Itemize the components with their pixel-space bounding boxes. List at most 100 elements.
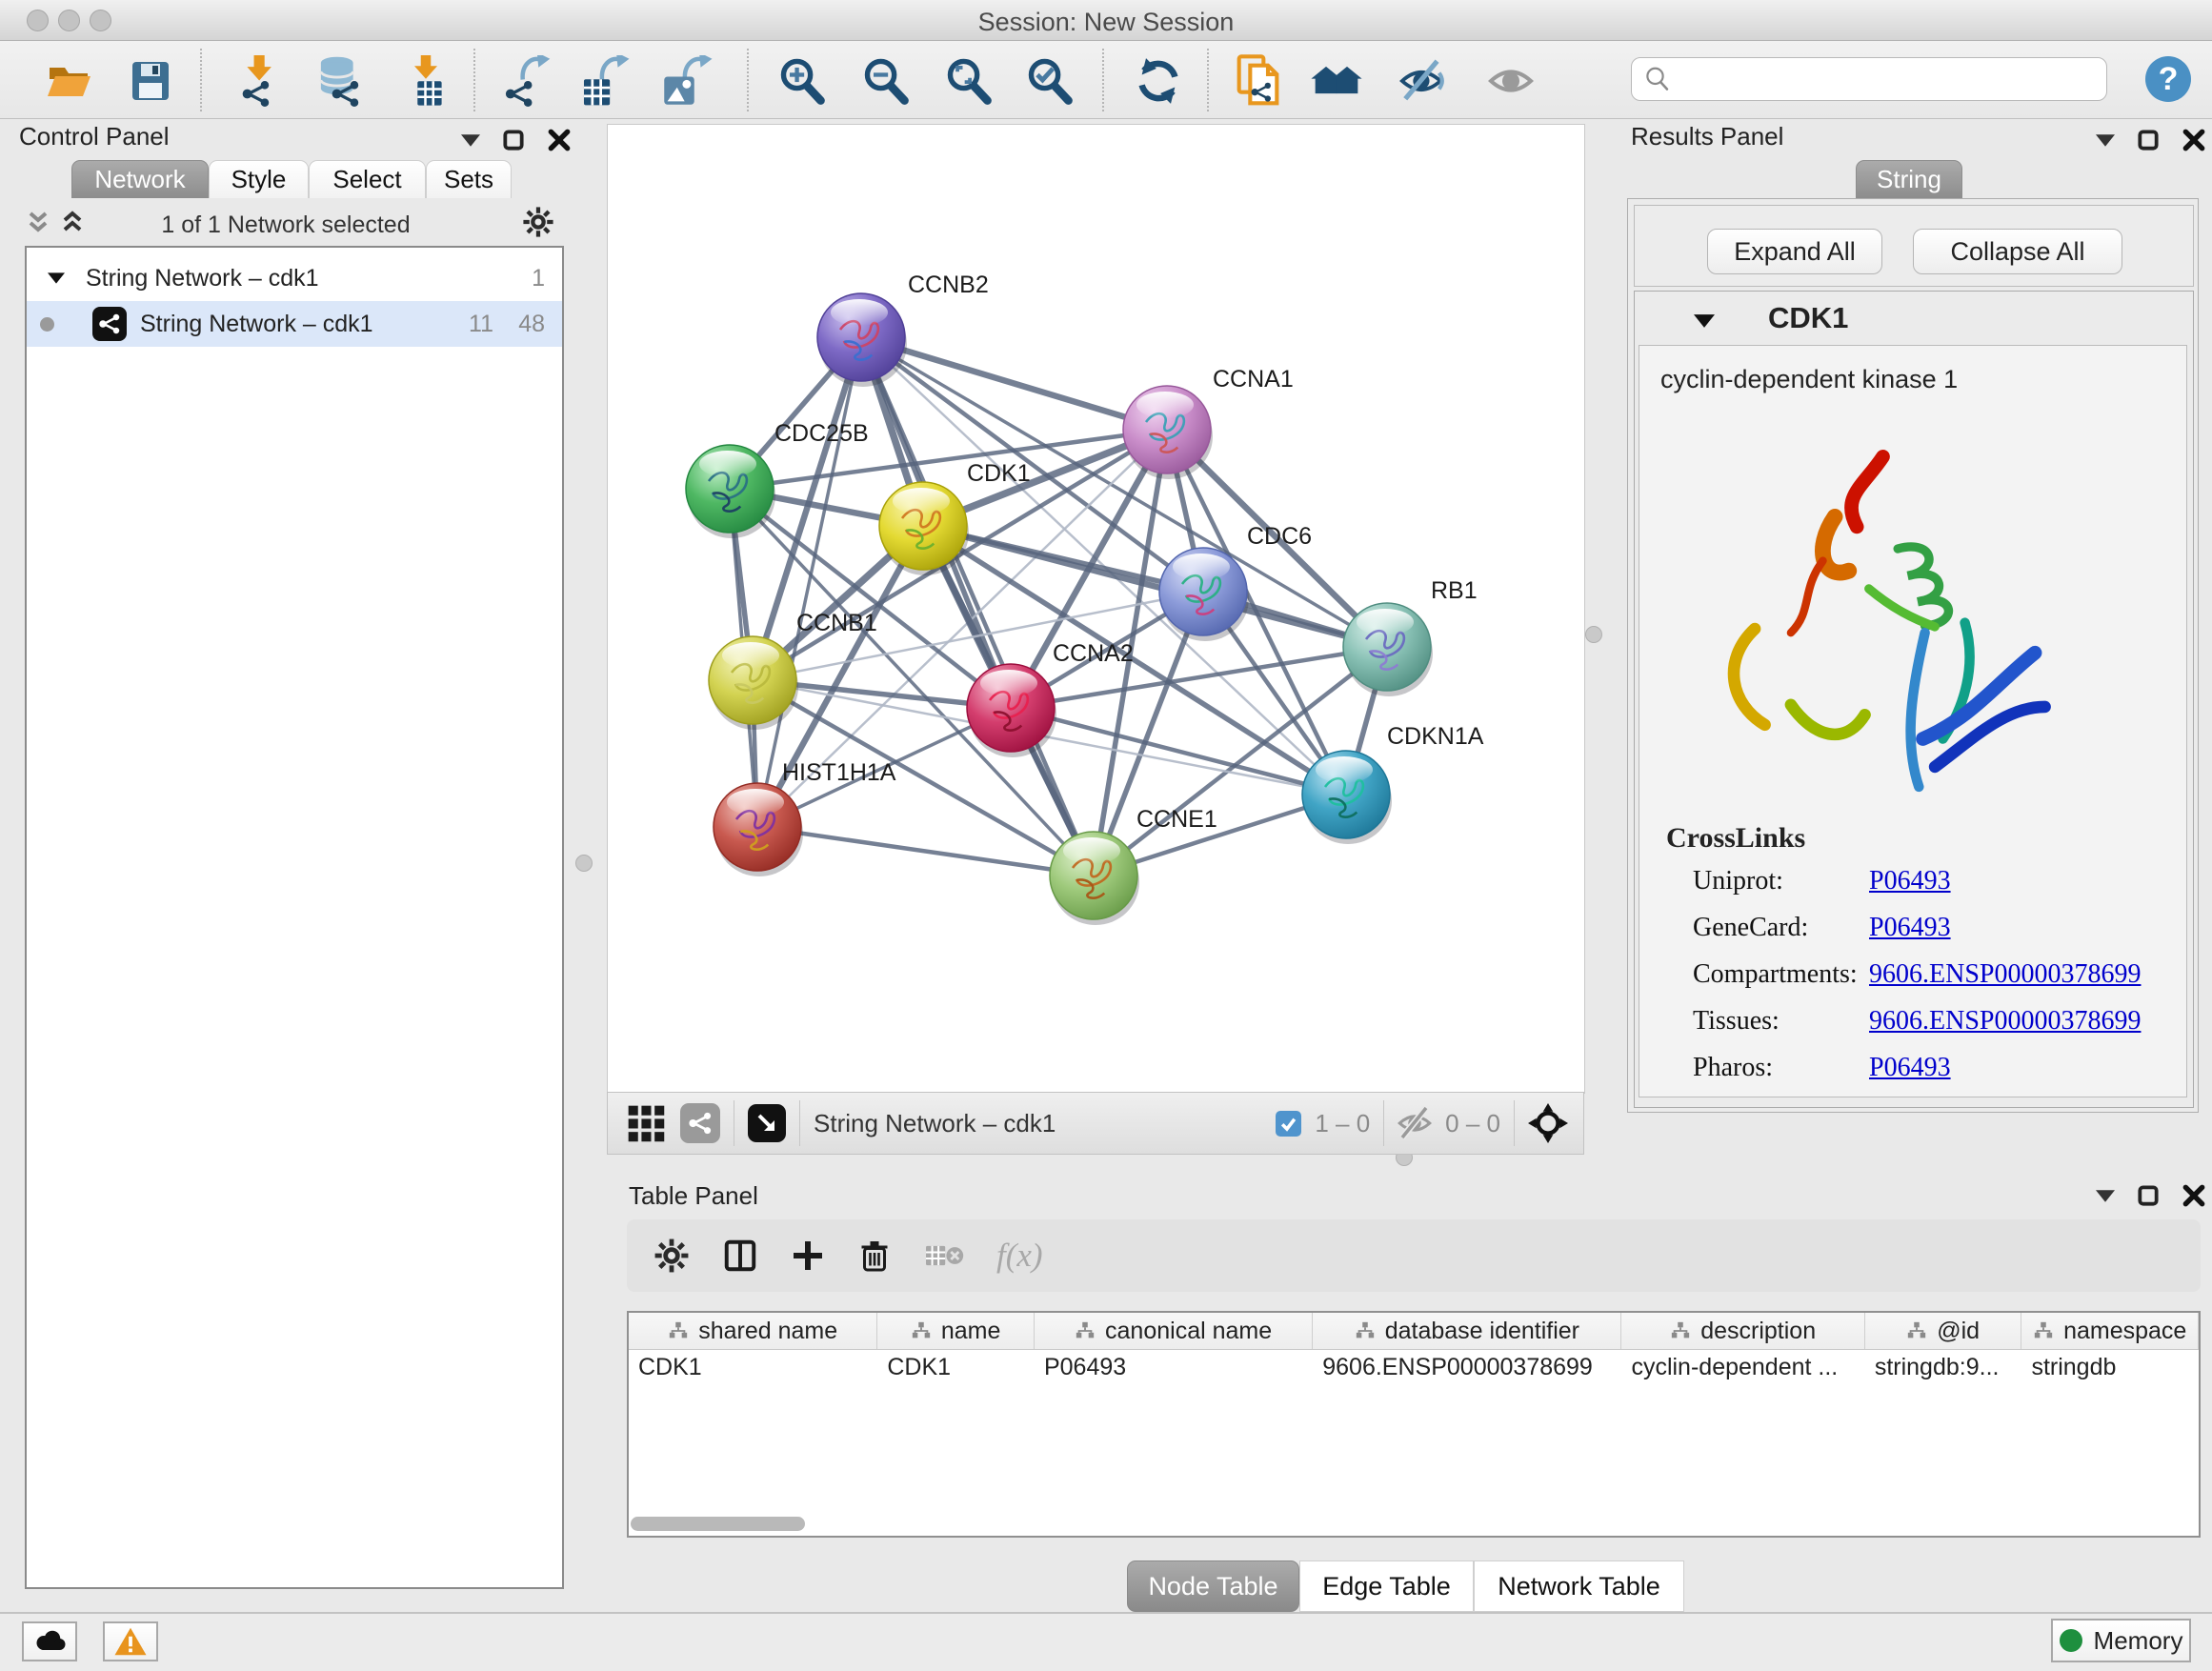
network-node-CDKN1A[interactable] [1302, 751, 1392, 844]
tab-style[interactable]: Style [209, 160, 309, 198]
shared-column-icon [668, 1320, 689, 1341]
column-header-database-identifier[interactable]: database identifier [1313, 1313, 1621, 1349]
column-header--id[interactable]: @id [1865, 1313, 2022, 1349]
export-network-button[interactable] [501, 54, 554, 108]
network-node-CCNB1[interactable] [709, 636, 798, 730]
float-panel-icon[interactable] [501, 128, 526, 152]
table-row[interactable]: CDK1CDK1P064939606.ENSP00000378699cyclin… [629, 1350, 2199, 1384]
collapse-all-button[interactable]: Collapse All [1913, 229, 2122, 274]
table-options-gear-icon[interactable] [654, 1238, 690, 1274]
network-row[interactable]: String Network – cdk1 11 48 [27, 301, 562, 347]
network-edge[interactable] [757, 337, 861, 827]
close-panel-icon[interactable] [2182, 1183, 2206, 1208]
selected-nodes-checkbox[interactable] [1276, 1111, 1301, 1137]
network-node-CDC6[interactable] [1159, 548, 1249, 641]
save-session-button[interactable] [124, 54, 177, 108]
crosslink-link[interactable]: 9606.ENSP00000378699 [1869, 959, 2141, 990]
table-hscrollbar-thumb[interactable] [631, 1517, 805, 1531]
zoom-in-button[interactable] [775, 54, 829, 108]
tab-select[interactable]: Select [309, 160, 426, 198]
zoom-fit-button[interactable] [942, 54, 995, 108]
search-input[interactable] [1672, 65, 2085, 94]
network-node-CDC25B[interactable] [686, 445, 775, 538]
network-node-CCNA2[interactable] [967, 664, 1056, 757]
zoom-selected-button[interactable] [1023, 54, 1076, 108]
network-node-RB1[interactable] [1343, 603, 1433, 696]
network-node-CCNA1[interactable] [1123, 386, 1213, 479]
close-panel-icon[interactable] [2182, 128, 2206, 152]
open-session-button[interactable] [42, 54, 95, 108]
delete-column-icon[interactable] [857, 1238, 892, 1273]
memory-button[interactable]: Memory [2051, 1619, 2191, 1662]
left-splitter-handle[interactable] [575, 855, 593, 872]
crosslink-link[interactable]: P06493 [1869, 913, 1951, 943]
collapse-panel-icon[interactable] [461, 134, 480, 147]
pan-crosshair-icon[interactable] [1528, 1103, 1568, 1143]
crosslink-row: Uniprot:P06493 [1693, 866, 2141, 896]
right-splitter-handle[interactable] [1585, 626, 1602, 643]
tab-sets[interactable]: Sets [426, 160, 512, 198]
column-header-namespace[interactable]: namespace [2021, 1313, 2199, 1349]
collapse-panel-icon[interactable] [2096, 1190, 2115, 1202]
show-all-button[interactable] [1484, 54, 1538, 108]
network-edge[interactable] [861, 337, 1167, 430]
tab-string[interactable]: String [1856, 160, 1962, 198]
clone-network-button[interactable] [1235, 54, 1288, 108]
cytoscape-window: Session: New Session [0, 0, 2212, 1671]
node-table: shared namenamecanonical namedatabase id… [627, 1311, 2201, 1538]
tab-network-table[interactable]: Network Table [1474, 1560, 1684, 1612]
help-button[interactable]: ? [2145, 56, 2191, 102]
network-node-CCNB2[interactable] [817, 293, 907, 387]
export-table-button[interactable] [578, 54, 632, 108]
refresh-view-button[interactable] [1132, 54, 1185, 108]
expand-all-button[interactable]: Expand All [1707, 229, 1882, 274]
import-network-button[interactable] [231, 54, 285, 108]
column-header-canonical-name[interactable]: canonical name [1035, 1313, 1313, 1349]
import-table-button[interactable] [399, 54, 452, 108]
network-edge[interactable] [757, 827, 1094, 876]
control-panel-title: Control Panel [19, 122, 170, 151]
collapse-all-networks-icon[interactable] [27, 210, 51, 238]
warnings-button[interactable] [103, 1621, 158, 1661]
birdseye-view-button[interactable] [748, 1104, 786, 1142]
crosslink-row: Compartments:9606.ENSP00000378699 [1693, 959, 2141, 990]
home-networks-button[interactable] [1310, 54, 1363, 108]
column-header-name[interactable]: name [877, 1313, 1035, 1349]
tab-node-table[interactable]: Node Table [1127, 1560, 1299, 1612]
crosslink-link[interactable]: P06493 [1869, 1053, 1951, 1083]
zoom-out-button[interactable] [859, 54, 913, 108]
network-edge[interactable] [861, 337, 1094, 876]
tab-network[interactable]: Network [71, 160, 209, 198]
network-edge[interactable] [923, 526, 1387, 647]
crosslink-row: GeneCard:P06493 [1693, 913, 2141, 943]
float-panel-icon[interactable] [2136, 128, 2161, 152]
expand-all-networks-icon[interactable] [61, 210, 86, 238]
network-node-HIST1H1A[interactable] [714, 783, 803, 876]
grid-layout-icon[interactable] [625, 1102, 667, 1144]
entry-expander-icon[interactable] [1694, 314, 1715, 328]
node-label-CDC25B: CDC25B [774, 420, 869, 447]
collection-expander-icon[interactable] [48, 272, 65, 284]
column-header-description[interactable]: description [1621, 1313, 1864, 1349]
collapse-panel-icon[interactable] [2096, 134, 2115, 147]
close-panel-icon[interactable] [547, 128, 572, 152]
network-edge-count: 48 [518, 311, 545, 338]
cloud-services-button[interactable] [22, 1621, 77, 1661]
show-columns-icon[interactable] [722, 1238, 758, 1274]
network-canvas[interactable]: CCNB2CCNA1CDC25BCDK1CDC6RB1CCNB1CCNA2CDK… [607, 124, 1585, 1094]
hide-selected-button[interactable] [1397, 54, 1450, 108]
import-database-button[interactable] [312, 54, 366, 108]
network-share-button[interactable] [680, 1103, 720, 1143]
crosslink-row: Tissues:9606.ENSP00000378699 [1693, 1006, 2141, 1037]
network-node-CDK1[interactable] [879, 482, 969, 575]
network-options-gear-icon[interactable] [522, 206, 554, 238]
float-panel-icon[interactable] [2136, 1183, 2161, 1208]
column-header-shared-name[interactable]: shared name [629, 1313, 877, 1349]
network-collection-row[interactable]: String Network – cdk1 1 [27, 255, 562, 301]
crosslink-link[interactable]: 9606.ENSP00000378699 [1869, 1006, 2141, 1037]
crosslink-link[interactable]: P06493 [1869, 866, 1951, 896]
add-column-icon[interactable] [791, 1238, 825, 1273]
network-node-CCNE1[interactable] [1050, 832, 1139, 925]
export-image-button[interactable] [661, 54, 714, 108]
tab-edge-table[interactable]: Edge Table [1299, 1560, 1474, 1612]
